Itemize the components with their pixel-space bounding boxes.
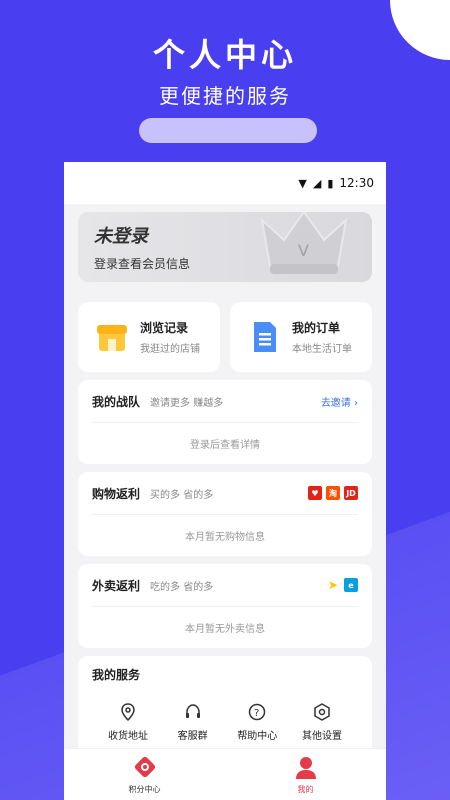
promo-subtitle: 更便捷的服务 [159, 84, 291, 108]
wifi-icon: ▼ [298, 176, 307, 190]
promo-pill-decoration [139, 118, 317, 143]
browse-history-title: 浏览记录 [140, 321, 189, 335]
help-icon: ? [249, 703, 266, 721]
eleme-icon: e [344, 578, 358, 592]
takeout-rebate-card: 外卖返利 吃的多 省的多 ➤ e 本月暂无外卖信息 [78, 564, 372, 648]
signal-icon: ◢ [312, 176, 322, 190]
team-card: 我的战队 邀请更多 赚越多 去邀请 › 登录后查看详情 [78, 380, 372, 464]
jd-icon: JD [344, 486, 358, 500]
service-settings[interactable]: 其他设置 [292, 703, 352, 742]
login-card[interactable]: 未登录 登录查看会员信息 V [78, 212, 372, 282]
services-title: 我的服务 [92, 668, 141, 682]
taobao-icon: 淘 [326, 486, 340, 500]
shopping-hint: 买的多 省的多 [150, 489, 214, 501]
service-customer-group[interactable]: 客服群 [163, 703, 223, 742]
quick-actions: 浏览记录 我逛过的店铺 我的订单 本地生活订单 [78, 302, 372, 372]
tab-mine[interactable]: 我的 [225, 749, 386, 800]
my-orders-subtitle: 本地生活订单 [292, 344, 352, 355]
my-orders-button[interactable]: 我的订单 本地生活订单 [230, 302, 372, 372]
shop-icon [97, 325, 127, 351]
profile-icon [295, 757, 316, 779]
team-title: 我的战队 [92, 394, 141, 409]
location-icon [121, 703, 135, 721]
service-address[interactable]: 收货地址 [98, 703, 158, 742]
main-content: 未登录 登录查看会员信息 V 浏览记录 我逛过的店铺 我的订单 本地生活订单 我… [64, 204, 386, 776]
shopping-rebate-card: 购物返利 买的多 省的多 ♥ 淘 JD 本月暂无购物信息 [78, 472, 372, 556]
phone-screen: ▼ ◢ ▮ 12:30 未登录 登录查看会员信息 V 浏览记录 我逛过的店铺 我… [64, 162, 386, 800]
invite-link[interactable]: 去邀请 › [321, 394, 358, 409]
svg-text:?: ? [254, 708, 259, 719]
tmall-icon: ♥ [308, 486, 322, 500]
service-settings-label: 其他设置 [301, 731, 342, 742]
login-title: 未登录 [94, 226, 148, 247]
login-subtitle: 登录查看会员信息 [94, 257, 191, 271]
team-empty-text: 登录后查看详情 [92, 422, 358, 464]
my-orders-title: 我的订单 [292, 321, 341, 335]
service-address-label: 收货地址 [108, 731, 148, 742]
services-grid: 收货地址 客服群 ? 帮助中心 其他设置 [92, 703, 358, 742]
meituan-icon: ➤ [327, 578, 339, 592]
service-help-center-label: 帮助中心 [237, 731, 278, 742]
takeout-hint: 吃的多 省的多 [150, 581, 214, 593]
service-help-center[interactable]: ? 帮助中心 [227, 703, 287, 742]
browse-history-button[interactable]: 浏览记录 我逛过的店铺 [78, 302, 220, 372]
tab-mine-label: 我的 [297, 785, 314, 794]
svg-text:V: V [298, 241, 309, 260]
crown-icon: V [260, 212, 348, 274]
takeout-title: 外卖返利 [92, 578, 141, 593]
promo-title: 个人中心 [152, 36, 297, 74]
bottom-tab-bar: 积分中心 我的 [64, 748, 386, 800]
service-customer-group-label: 客服群 [177, 731, 208, 742]
settings-icon [314, 703, 330, 721]
document-icon [254, 322, 276, 352]
battery-icon: ▮ [327, 176, 334, 190]
shopping-platform-badges: ♥ 淘 JD [308, 486, 358, 500]
status-bar: ▼ ◢ ▮ 12:30 [64, 162, 386, 204]
browse-history-subtitle: 我逛过的店铺 [140, 344, 200, 355]
shopping-title: 购物返利 [92, 486, 141, 501]
tab-points-center[interactable]: 积分中心 [64, 749, 225, 800]
shopping-empty-text: 本月暂无购物信息 [92, 514, 358, 556]
tab-points-center-label: 积分中心 [128, 785, 161, 794]
points-icon [134, 756, 155, 778]
status-time: 12:30 [339, 176, 374, 190]
takeout-platform-badges: ➤ e [326, 578, 358, 592]
headset-icon [185, 704, 200, 718]
takeout-empty-text: 本月暂无外卖信息 [92, 606, 358, 648]
team-hint: 邀请更多 赚越多 [150, 397, 224, 409]
